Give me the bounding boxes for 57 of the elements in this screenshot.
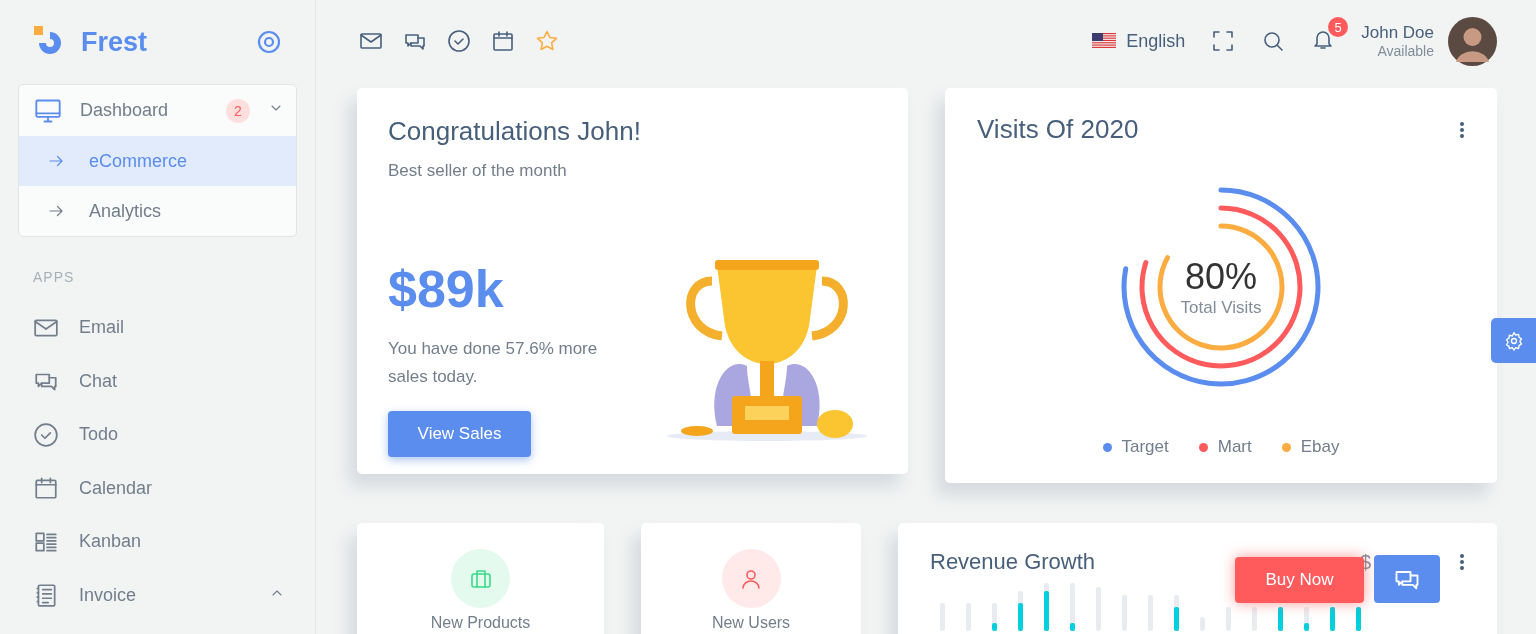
notification-badge: 5 bbox=[1328, 17, 1349, 37]
more-icon[interactable] bbox=[1459, 553, 1465, 571]
view-sales-button[interactable]: View Sales bbox=[388, 411, 531, 457]
more-icon[interactable] bbox=[1459, 120, 1465, 139]
submenu-item[interactable]: Analytics bbox=[19, 186, 296, 236]
stat-label: New Products bbox=[430, 614, 531, 632]
chart-bar bbox=[1070, 583, 1075, 631]
card-subtitle: Best seller of the month bbox=[388, 161, 568, 181]
search-icon[interactable] bbox=[1261, 29, 1286, 53]
calendar-icon bbox=[33, 475, 59, 502]
menu-item[interactable]: Chat bbox=[18, 354, 297, 408]
menu-item[interactable]: Email bbox=[18, 301, 297, 355]
chart-bar bbox=[1330, 607, 1335, 631]
stat-label: New Users bbox=[711, 614, 791, 632]
brand-name: Frest bbox=[81, 26, 149, 58]
invoice-icon bbox=[33, 582, 59, 609]
menu-item[interactable]: Kanban bbox=[18, 515, 297, 569]
legend-item: Ebay bbox=[1281, 437, 1340, 457]
avatar[interactable] bbox=[1448, 16, 1497, 66]
legend-item: Mart bbox=[1198, 437, 1252, 457]
visits-label: Total Visits bbox=[1180, 298, 1262, 318]
chart-bar bbox=[1174, 595, 1179, 631]
user-name: John Doe bbox=[1361, 23, 1434, 43]
target-icon[interactable] bbox=[257, 30, 281, 54]
menu-item[interactable]: Calendar bbox=[18, 461, 297, 515]
calendar-icon[interactable] bbox=[491, 29, 515, 53]
star-icon[interactable] bbox=[535, 29, 559, 53]
chart-bar bbox=[1304, 607, 1309, 631]
chart-bar bbox=[992, 603, 997, 631]
flag-icon bbox=[1092, 33, 1117, 49]
count-badge: 2 bbox=[226, 98, 250, 123]
chat-button[interactable] bbox=[1374, 555, 1440, 603]
menu-item[interactable]: Dashboard 2 bbox=[19, 85, 296, 136]
menu-item[interactable]: Invoice bbox=[18, 568, 297, 622]
chart-bar bbox=[1044, 583, 1049, 631]
buy-now-button[interactable]: Buy Now bbox=[1235, 557, 1364, 603]
card-title: Congratulations John! bbox=[388, 116, 642, 147]
visits-value: 80% bbox=[1184, 256, 1258, 298]
menu-item[interactable]: Todo bbox=[18, 408, 297, 462]
card-title: Visits Of 2020 bbox=[977, 114, 1139, 145]
chart-bar bbox=[1252, 607, 1257, 631]
sales-amount: $89k bbox=[388, 259, 505, 319]
settings-button[interactable] bbox=[1491, 318, 1536, 363]
card-title: Revenue Growth bbox=[930, 549, 1096, 575]
chart-bar bbox=[1278, 607, 1283, 631]
submenu-item[interactable]: eCommerce bbox=[19, 136, 296, 186]
language-selector[interactable]: English bbox=[1092, 30, 1186, 52]
check-circle-icon[interactable] bbox=[447, 29, 471, 53]
user-status: Available bbox=[1377, 43, 1434, 59]
fullscreen-icon[interactable] bbox=[1211, 29, 1236, 53]
chart-bar bbox=[1018, 591, 1023, 631]
check-circle-icon bbox=[33, 421, 59, 448]
section-heading: APPS bbox=[32, 268, 76, 287]
legend-item: Target bbox=[1102, 437, 1169, 457]
chart-bar bbox=[1356, 607, 1361, 631]
sales-text: You have done 57.6% more sales today. bbox=[388, 338, 599, 388]
settings-icon bbox=[1503, 330, 1524, 351]
